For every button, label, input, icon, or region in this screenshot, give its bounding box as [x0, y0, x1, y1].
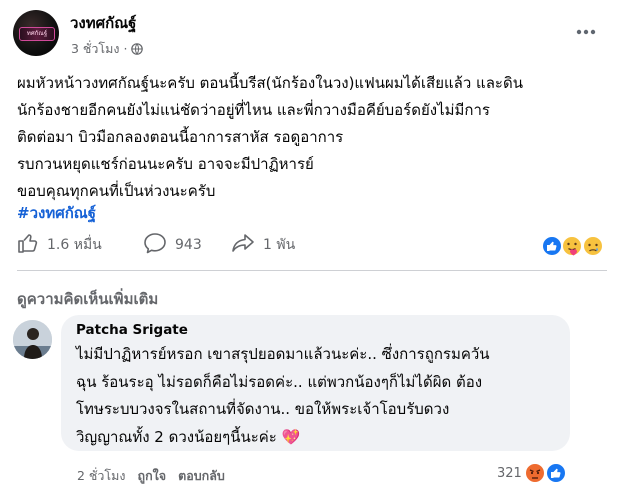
globe-icon — [131, 43, 144, 58]
comment-text: ไม่มีปาฏิหารย์หรอก เขาสรุปยอดมาแล้วนะค่ะ… — [76, 341, 572, 451]
like-count: 1.6 หมื่น — [47, 237, 102, 253]
comment-count: 943 — [175, 237, 202, 253]
post-time[interactable]: 3 ชั่วโมง — [71, 41, 120, 56]
thumbs-up-icon — [17, 232, 47, 258]
comment-like-button[interactable]: ถูกใจ — [138, 466, 167, 486]
like-reaction-icon — [545, 462, 567, 484]
page-logo: ทศกัณฐ์ — [19, 27, 55, 41]
comment-time[interactable]: 2 ชั่วโมง — [77, 466, 126, 486]
hashtag-link[interactable]: #วงทศกัณฐ์ — [17, 201, 96, 225]
page-name[interactable]: วงทศกัณฐ์ — [70, 11, 136, 35]
like-reaction-icon — [541, 235, 563, 257]
care-reaction-icon — [561, 235, 583, 257]
angry-reaction-icon — [524, 462, 546, 484]
comment-count-button[interactable]: 943 — [143, 228, 202, 262]
share-arrow-icon — [231, 232, 263, 258]
sad-reaction-icon — [582, 235, 604, 257]
comment-actions: 2 ชั่วโมง ถูกใจ ตอบกลับ — [77, 466, 225, 486]
comment-reaction-count[interactable]: 321 — [497, 466, 522, 481]
more-options-button[interactable] — [576, 23, 596, 35]
commenter-name[interactable]: Patcha Srigate — [76, 322, 188, 338]
comment-reactions[interactable] — [523, 461, 571, 485]
like-count-button[interactable]: 1.6 หมื่น — [17, 228, 102, 262]
divider — [17, 270, 607, 271]
view-more-comments-link[interactable]: ดูความคิดเห็นเพิ่มเติม — [17, 287, 158, 311]
sparkling-heart-emoji: 💖 — [281, 427, 301, 446]
meta-separator: · — [123, 41, 128, 56]
post-meta: 3 ชั่วโมง · — [71, 39, 144, 59]
comment-bubble-icon — [143, 232, 175, 258]
share-count: 1 พัน — [263, 237, 296, 253]
commenter-avatar[interactable] — [13, 320, 52, 359]
share-count-button[interactable]: 1 พัน — [231, 228, 295, 262]
post-text: ผมหัวหน้าวงทศกัณฐ์นะครับ ตอนนี้บรีส(นักร… — [17, 74, 523, 200]
post-reactions[interactable] — [540, 234, 610, 258]
page-avatar[interactable]: ทศกัณฐ์ — [13, 10, 59, 56]
comment-reply-button[interactable]: ตอบกลับ — [178, 466, 225, 486]
